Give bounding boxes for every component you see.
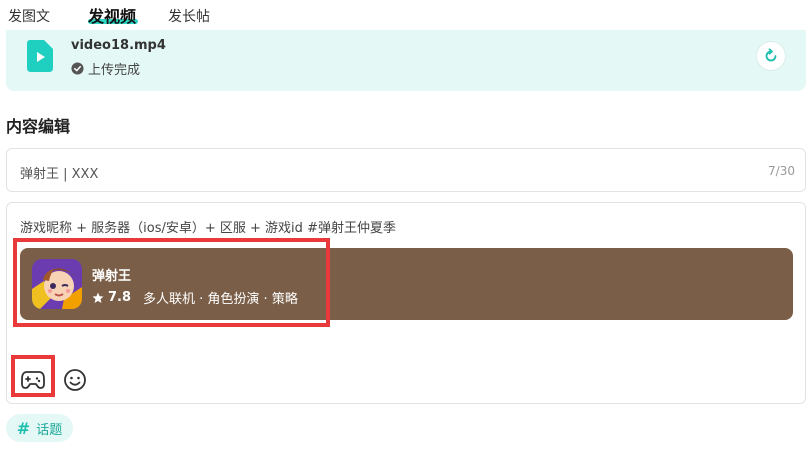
game-tags: 多人联机 · 角色扮演 · 策略: [143, 292, 298, 307]
upload-status-text: 上传完成: [88, 63, 141, 78]
star-icon: [92, 292, 104, 303]
title-input[interactable]: 弹射王 | XXX 7/30: [6, 148, 806, 192]
content-edit-title: 内容编辑: [6, 117, 71, 136]
tab-long-post[interactable]: 发长帖: [168, 6, 210, 26]
hash-icon: #: [16, 418, 31, 438]
title-input-value: 弹射王 | XXX: [20, 167, 99, 182]
game-name: 弹射王: [92, 269, 132, 284]
game-rating: 7.8: [108, 290, 132, 305]
upload-card: video18.mp4 上传完成: [6, 30, 806, 91]
editor-text: 游戏昵称 + 服务器（ios/安卓）+ 区服 + 游戏id #弹射王仲夏季: [20, 217, 396, 236]
post-type-tabs: 发图文 发视频 发长帖: [0, 0, 810, 30]
title-char-count: 7/30: [768, 164, 795, 178]
check-circle-icon: [71, 62, 84, 75]
upload-status: 上传完成: [71, 59, 140, 78]
game-meta: 7.8 多人联机 · 角色扮演 · 策略: [92, 288, 298, 307]
video-file-icon: [27, 40, 53, 72]
editor-text-body: 游戏昵称 + 服务器（ios/安卓）+ 区服 + 游戏id: [20, 221, 308, 236]
uploaded-file-name: video18.mp4: [71, 38, 166, 53]
add-game-button[interactable]: [17, 366, 49, 394]
game-card[interactable]: 弹射王 7.8 多人联机 · 角色扮演 · 策略: [20, 248, 793, 320]
reupload-button[interactable]: [756, 41, 786, 71]
tab-video[interactable]: 发视频: [88, 3, 136, 27]
editor-hashtag[interactable]: #弹射王仲夏季: [307, 221, 396, 236]
refresh-icon: [765, 48, 777, 62]
topic-button[interactable]: # 话题: [6, 414, 73, 442]
game-cover-icon: [32, 259, 82, 309]
emoji-icon[interactable]: [63, 368, 87, 392]
gamepad-icon: [21, 371, 45, 389]
topic-label: 话题: [36, 422, 63, 438]
body-editor[interactable]: 游戏昵称 + 服务器（ios/安卓）+ 区服 + 游戏id #弹射王仲夏季 弹射…: [6, 202, 806, 404]
tab-image-text[interactable]: 发图文: [8, 6, 50, 26]
